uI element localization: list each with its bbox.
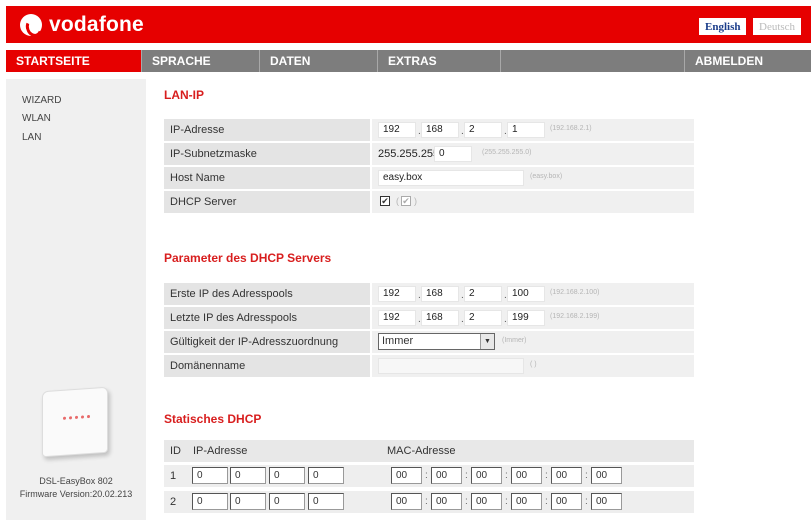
static-ip-octet-4-input[interactable]: 0 bbox=[308, 493, 344, 510]
sidebar-item-lan[interactable]: LAN bbox=[22, 132, 41, 143]
sidebar: WIZARD WLAN LAN DSL-EasyBox 802 Firmware… bbox=[6, 79, 146, 520]
subnet-mask-label: IP-Subnetzmaske bbox=[164, 143, 370, 165]
static-mac-6-input[interactable]: 00 bbox=[591, 493, 622, 510]
ip-default-hint: (192.168.2.1) bbox=[550, 125, 592, 132]
vodafone-speechmark-icon bbox=[20, 14, 42, 36]
brand-name: vodafone bbox=[49, 13, 144, 36]
row-subnet-mask: IP-Subnetzmaske 255.255.255. 0 (255.255.… bbox=[164, 143, 694, 165]
pool-end-octet-4-input[interactable]: 199 bbox=[507, 310, 545, 326]
ip-octet-3-input[interactable]: 2 bbox=[464, 122, 502, 138]
main-nav: STARTSEITE SPRACHE DATEN EXTRAS ABMELDEN bbox=[6, 50, 811, 72]
subnet-mask-last-input[interactable]: 0 bbox=[434, 146, 472, 162]
pool-end-octet-1-input[interactable]: 192 bbox=[378, 310, 416, 326]
lease-time-label: Gültigkeit der IP-Adresszuordnung bbox=[164, 331, 370, 353]
dhcp-default-checkbox: ✔ bbox=[401, 196, 411, 206]
static-mac-1-input[interactable]: 00 bbox=[391, 493, 422, 510]
language-deutsch-button[interactable]: Deutsch bbox=[753, 18, 802, 35]
nav-daten[interactable]: DATEN bbox=[260, 50, 378, 72]
header-bar: vodafone English Deutsch bbox=[6, 6, 811, 43]
ip-octet-4-input[interactable]: 1 bbox=[507, 122, 545, 138]
domain-name-input[interactable] bbox=[378, 358, 524, 374]
row-pool-end: Letzte IP des Adresspools 192 . 168 . 2 … bbox=[164, 307, 694, 329]
row-host-name: Host Name easy.box (easy.box) bbox=[164, 167, 694, 189]
lease-time-hint: (Immer) bbox=[502, 337, 527, 344]
sidebar-item-wizard[interactable]: WIZARD bbox=[22, 95, 61, 106]
nav-empty-slot bbox=[501, 50, 685, 72]
column-header-id: ID bbox=[170, 445, 181, 457]
static-dhcp-header: ID IP-Adresse MAC-Adresse bbox=[164, 440, 694, 462]
host-name-hint: (easy.box) bbox=[530, 173, 563, 180]
pool-start-octet-2-input[interactable]: 168 bbox=[421, 286, 459, 302]
nav-extras[interactable]: EXTRAS bbox=[378, 50, 501, 72]
static-mac-6-input[interactable]: 00 bbox=[591, 467, 622, 484]
section-title-static-dhcp: Statisches DHCP bbox=[164, 412, 262, 426]
static-mac-5-input[interactable]: 00 bbox=[551, 467, 582, 484]
nav-sprache[interactable]: SPRACHE bbox=[142, 50, 260, 72]
vodafone-logo[interactable]: vodafone bbox=[20, 13, 144, 37]
static-mac-3-input[interactable]: 00 bbox=[471, 467, 502, 484]
host-name-input[interactable]: easy.box bbox=[378, 170, 524, 186]
static-mac-3-input[interactable]: 00 bbox=[471, 493, 502, 510]
static-ip-octet-2-input[interactable]: 0 bbox=[230, 467, 266, 484]
row-id: 2 bbox=[170, 496, 177, 508]
static-ip-octet-3-input[interactable]: 0 bbox=[269, 493, 305, 510]
row-ip-address: IP-Adresse 192 . 168 . 2 . 1 (192.168.2.… bbox=[164, 119, 694, 141]
pool-start-octet-1-input[interactable]: 192 bbox=[378, 286, 416, 302]
ip-octet-1-input[interactable]: 192 bbox=[378, 122, 416, 138]
dhcp-server-label: DHCP Server bbox=[164, 191, 370, 213]
ip-address-label: IP-Adresse bbox=[164, 119, 370, 141]
firmware-version: Firmware Version:20.02.213 bbox=[19, 489, 133, 499]
router-icon bbox=[42, 386, 108, 458]
nav-startseite[interactable]: STARTSEITE bbox=[6, 50, 142, 72]
static-mac-2-input[interactable]: 00 bbox=[431, 467, 462, 484]
lease-time-selected: Immer bbox=[382, 335, 414, 347]
section-title-lan-ip: LAN-IP bbox=[164, 88, 204, 102]
row-id: 1 bbox=[170, 470, 177, 482]
pool-start-label: Erste IP des Adresspools bbox=[164, 283, 370, 305]
sidebar-item-wlan[interactable]: WLAN bbox=[22, 113, 51, 124]
static-mac-1-input[interactable]: 00 bbox=[391, 467, 422, 484]
easybox-device-image bbox=[36, 379, 116, 459]
row-dhcp-server: DHCP Server ✔ ( ✔ ) bbox=[164, 191, 694, 213]
static-ip-octet-3-input[interactable]: 0 bbox=[269, 467, 305, 484]
row-domain-name: Domänenname ( ) bbox=[164, 355, 694, 377]
nav-abmelden[interactable]: ABMELDEN bbox=[685, 50, 811, 72]
static-ip-octet-1-input[interactable]: 0 bbox=[192, 467, 228, 484]
dhcp-hint-open: ( bbox=[396, 196, 399, 206]
dhcp-hint-close: ) bbox=[414, 196, 417, 206]
table-row: 1 0 0 0 0 00 : 00 : 00 : 00 : 00 : 00 bbox=[164, 465, 694, 487]
static-mac-5-input[interactable]: 00 bbox=[551, 493, 582, 510]
pool-end-octet-2-input[interactable]: 168 bbox=[421, 310, 459, 326]
pool-start-octet-4-input[interactable]: 100 bbox=[507, 286, 545, 302]
chevron-down-icon[interactable]: ▼ bbox=[480, 334, 494, 349]
pool-end-label: Letzte IP des Adresspools bbox=[164, 307, 370, 329]
domain-name-label: Domänenname bbox=[164, 355, 370, 377]
pool-end-hint: (192.168.2.199) bbox=[550, 313, 600, 320]
row-lease-time: Gültigkeit der IP-Adresszuordnung Immer … bbox=[164, 331, 694, 353]
lease-time-select[interactable]: Immer ▼ bbox=[378, 333, 495, 350]
static-ip-octet-2-input[interactable]: 0 bbox=[230, 493, 266, 510]
pool-start-octet-3-input[interactable]: 2 bbox=[464, 286, 502, 302]
static-ip-octet-1-input[interactable]: 0 bbox=[192, 493, 228, 510]
table-row: 2 0 0 0 0 00 : 00 : 00 : 00 : 00 : 00 bbox=[164, 491, 694, 513]
host-name-label: Host Name bbox=[164, 167, 370, 189]
dhcp-server-checkbox[interactable]: ✔ bbox=[380, 196, 390, 206]
subnet-mask-hint: (255.255.255.0) bbox=[482, 149, 532, 156]
pool-start-hint: (192.168.2.100) bbox=[550, 289, 600, 296]
static-mac-2-input[interactable]: 00 bbox=[431, 493, 462, 510]
static-mac-4-input[interactable]: 00 bbox=[511, 467, 542, 484]
device-model: DSL-EasyBox 802 bbox=[39, 476, 113, 486]
column-header-ip: IP-Adresse bbox=[193, 445, 248, 457]
domain-name-hint: ( ) bbox=[530, 361, 537, 368]
language-english-button[interactable]: English bbox=[699, 18, 747, 35]
subnet-mask-prefix: 255.255.255. bbox=[378, 148, 443, 160]
column-header-mac: MAC-Adresse bbox=[387, 445, 456, 457]
ip-octet-2-input[interactable]: 168 bbox=[421, 122, 459, 138]
static-mac-4-input[interactable]: 00 bbox=[511, 493, 542, 510]
pool-end-octet-3-input[interactable]: 2 bbox=[464, 310, 502, 326]
static-ip-octet-4-input[interactable]: 0 bbox=[308, 467, 344, 484]
row-pool-start: Erste IP des Adresspools 192 . 168 . 2 .… bbox=[164, 283, 694, 305]
section-title-dhcp-params: Parameter des DHCP Servers bbox=[164, 251, 332, 265]
